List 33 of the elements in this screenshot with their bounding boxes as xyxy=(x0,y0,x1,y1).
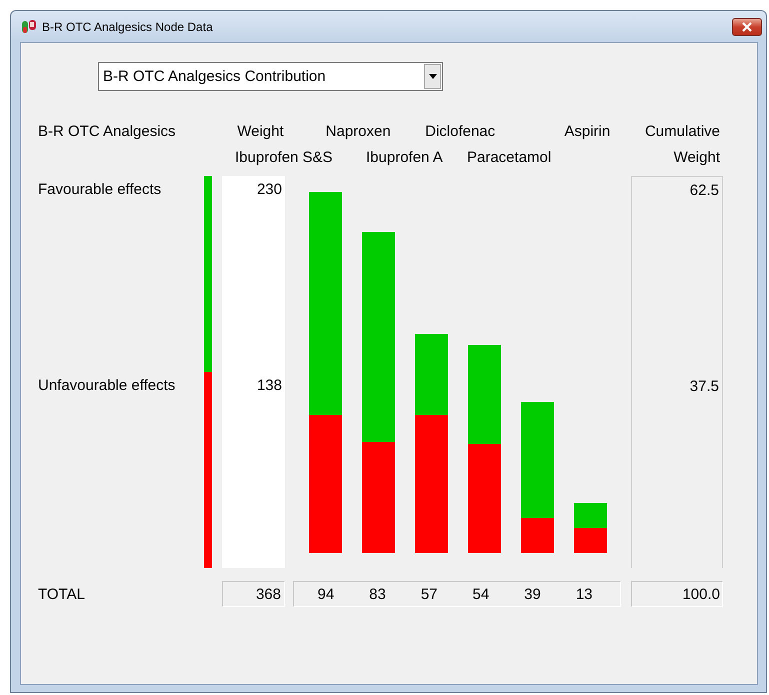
window-title: B-R OTC Analgesics Node Data xyxy=(42,20,213,34)
total-value: 83 xyxy=(369,586,386,602)
total-value: 94 xyxy=(317,586,334,602)
total-value: 57 xyxy=(420,586,438,602)
cumulative-value: 37.5 xyxy=(690,378,719,395)
close-icon xyxy=(741,22,753,32)
column-header: Cumulative Weight xyxy=(644,122,720,168)
column-header: Aspirin xyxy=(564,123,612,140)
column-header: Paracetamol xyxy=(467,149,552,166)
cumulative-value: 62.5 xyxy=(690,182,719,199)
contribution-dropdown[interactable]: B-R OTC Analgesics Contribution xyxy=(98,62,443,91)
caret-icon xyxy=(428,74,436,79)
total-value: 54 xyxy=(472,586,490,602)
stacked-bar xyxy=(574,503,607,553)
total-weight: 368 xyxy=(222,581,285,607)
column-header: Naproxen xyxy=(326,123,392,140)
total-value: 13 xyxy=(576,586,593,602)
column-header: Ibuprofen A xyxy=(366,149,444,166)
total-value: 39 xyxy=(524,586,541,602)
close-button[interactable] xyxy=(732,18,762,36)
app-icon xyxy=(21,18,37,34)
total-cumulative: 100.0 xyxy=(631,581,723,607)
total-label: TOTAL xyxy=(38,586,85,602)
column-header: Ibuprofen S&S xyxy=(235,149,334,166)
weight-value: 138 xyxy=(256,377,282,394)
row-label: Favourable effects xyxy=(38,181,162,198)
dropdown-value: B-R OTC Analgesics Contribution xyxy=(102,68,327,85)
column-header: Diclofenac xyxy=(425,123,496,140)
column-header: B-R OTC Analgesics xyxy=(38,123,177,140)
row-label: Unfavourable effects xyxy=(38,377,176,394)
column-header: Weight xyxy=(236,123,284,140)
dropdown-arrow-button[interactable] xyxy=(424,64,441,89)
weight-value: 230 xyxy=(256,181,282,198)
